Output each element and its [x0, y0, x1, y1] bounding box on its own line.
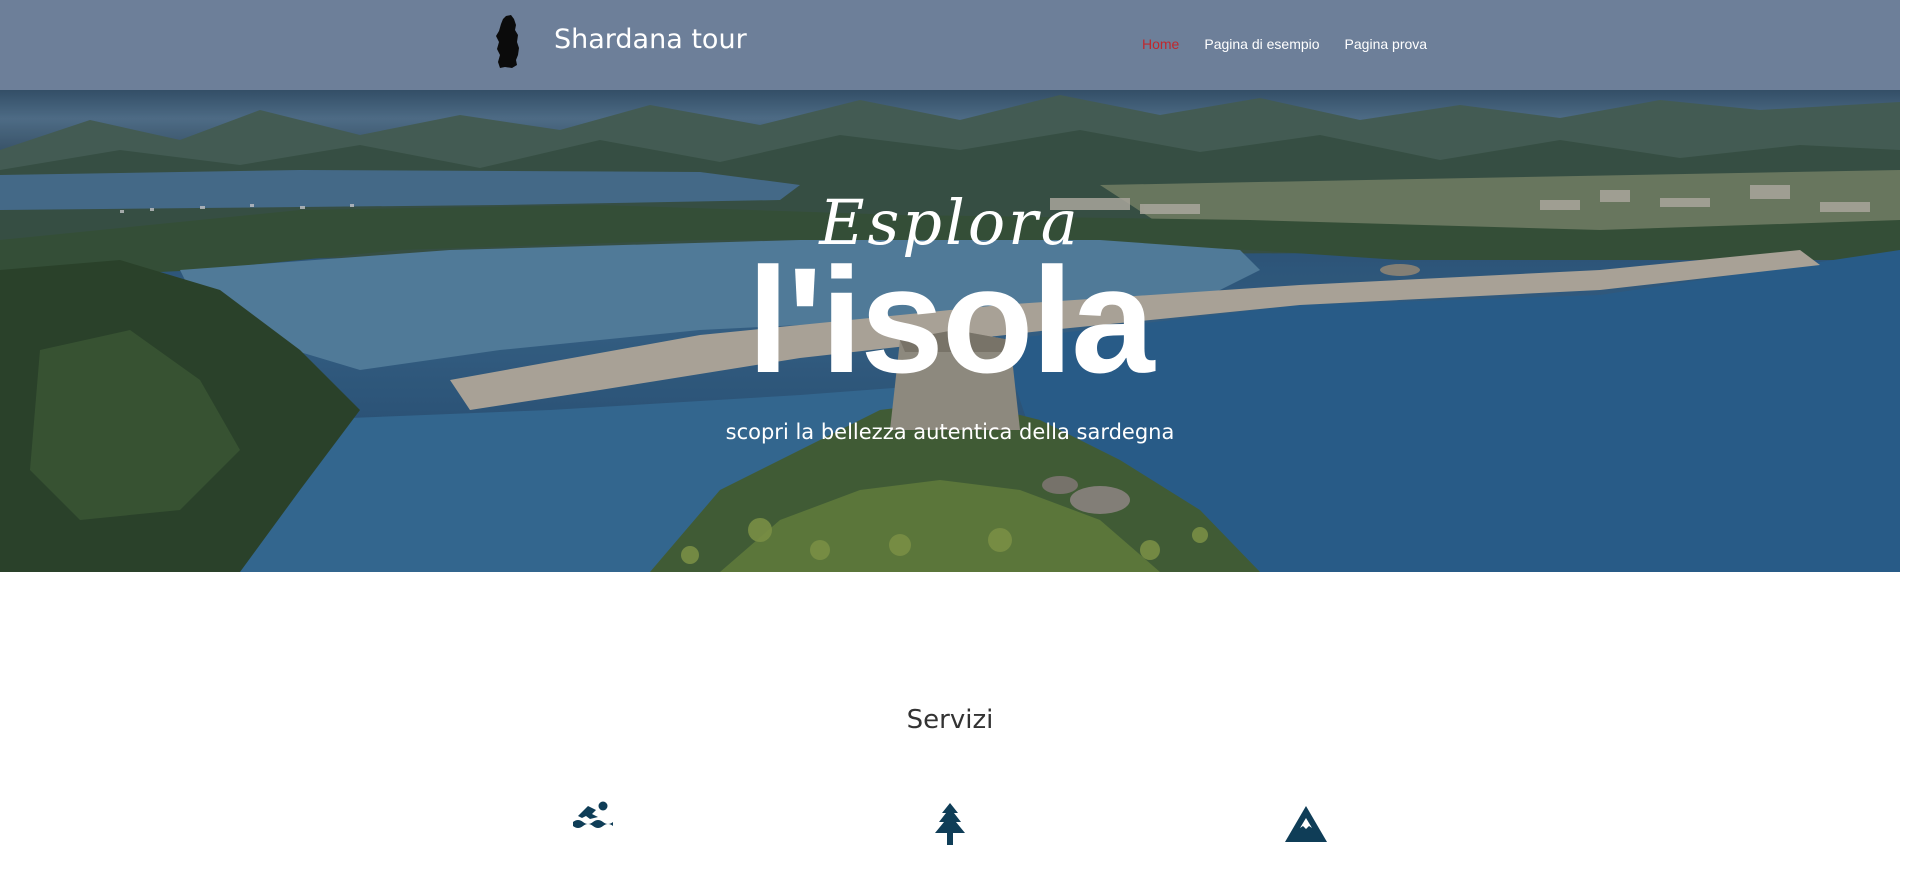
site-title[interactable]: Shardana tour: [554, 24, 747, 55]
page: Shardana tour Home Pagina di esempio Pag…: [0, 0, 1900, 872]
site-header: Shardana tour Home Pagina di esempio Pag…: [0, 0, 1900, 90]
main-nav: Home Pagina di esempio Pagina prova: [1142, 36, 1452, 52]
hero-banner: Esplora l'isola scopri la bellezza auten…: [0, 90, 1900, 572]
nav-item-pagina-di-esempio[interactable]: Pagina di esempio: [1204, 36, 1319, 52]
swimmer-icon: [573, 801, 613, 828]
tree-icon: [935, 803, 965, 845]
mountain-icon: [1285, 806, 1327, 842]
hero-title: l'isola: [747, 236, 1154, 404]
nav-item-home[interactable]: Home: [1142, 36, 1179, 52]
nav-item-pagina-prova[interactable]: Pagina prova: [1345, 36, 1428, 52]
sardinia-logo-icon[interactable]: [492, 15, 524, 69]
services-title: Servizi: [906, 705, 994, 735]
hero-subtitle: scopri la bellezza autentica della sarde…: [725, 420, 1175, 444]
